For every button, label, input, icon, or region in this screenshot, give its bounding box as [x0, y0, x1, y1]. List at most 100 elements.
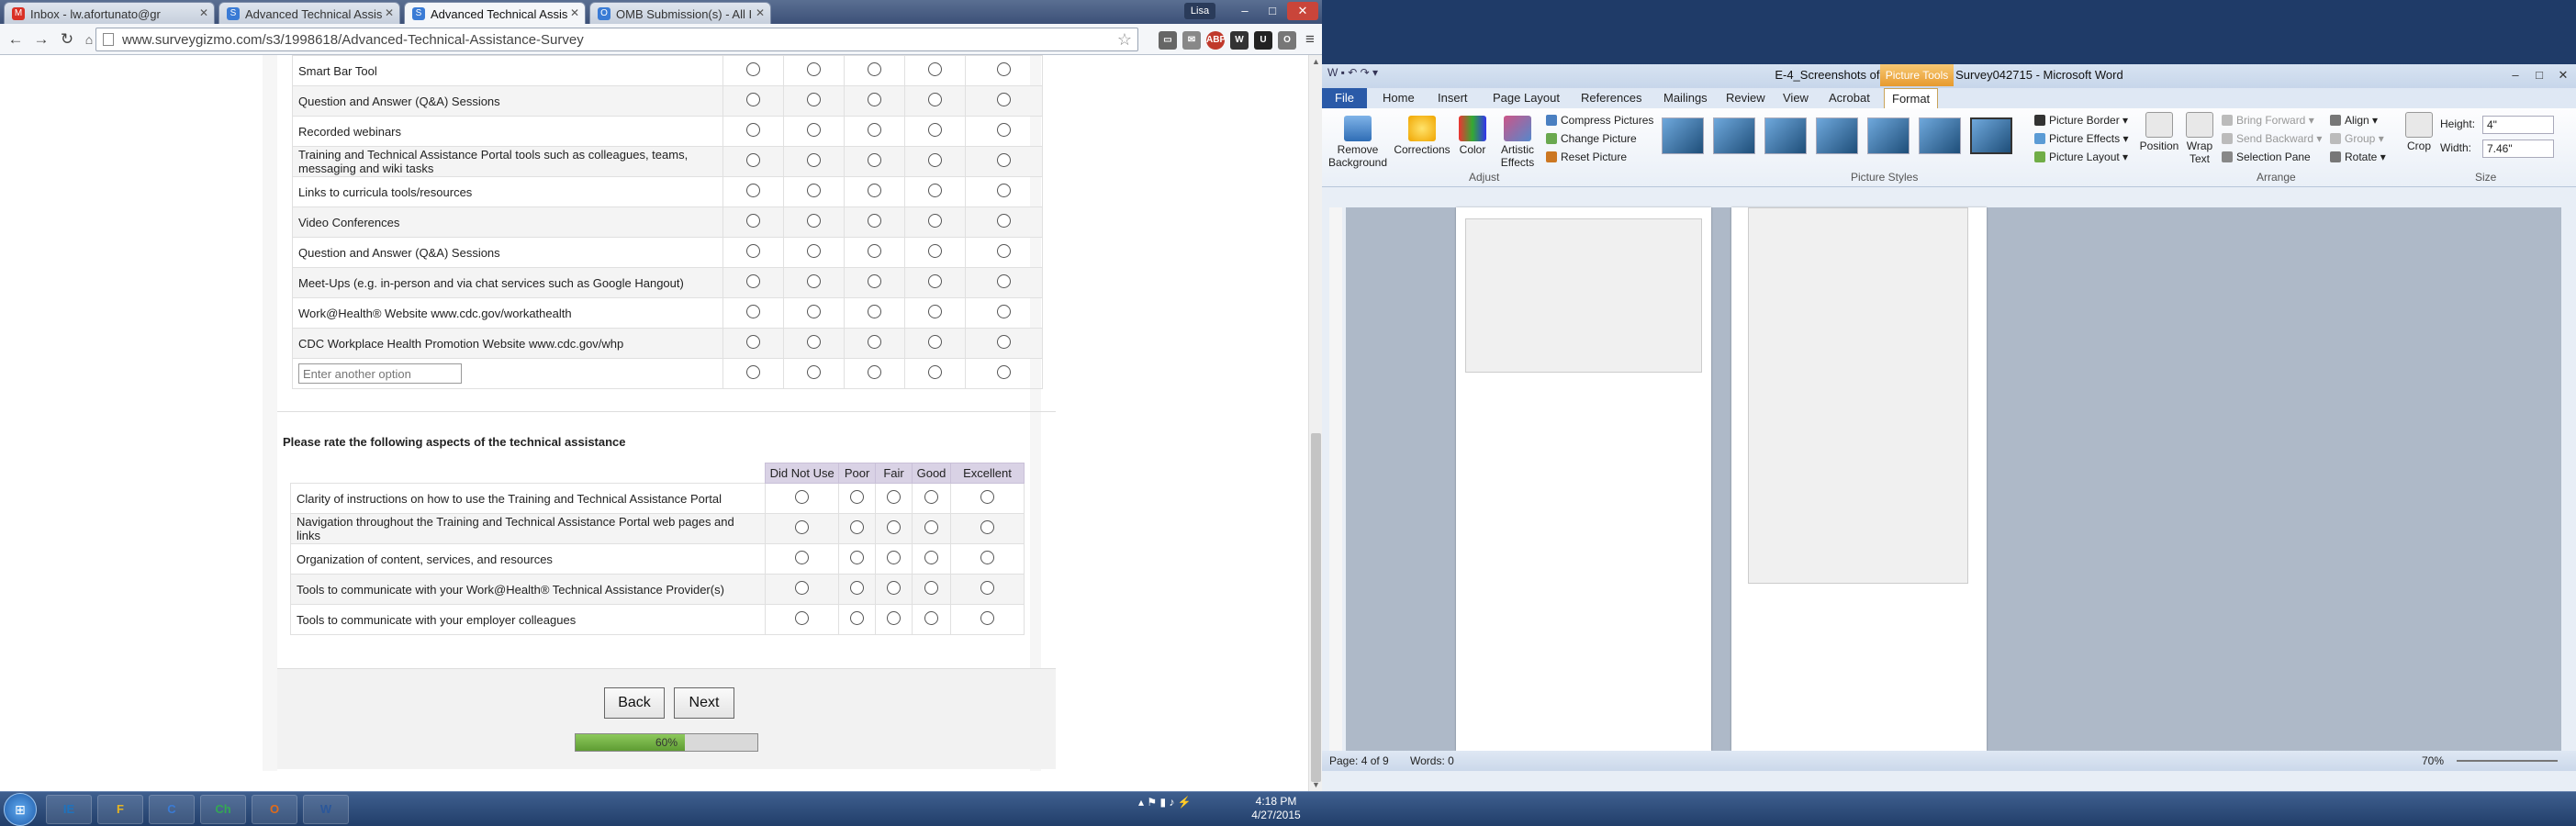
radio-button[interactable]: [795, 581, 810, 595]
menu-icon[interactable]: ≡: [1300, 29, 1320, 50]
radio-button[interactable]: [868, 244, 882, 258]
user-badge[interactable]: Lisa: [1184, 3, 1215, 19]
taskbar-app-icon[interactable]: Ch: [200, 795, 246, 824]
tab-home[interactable]: Home: [1375, 88, 1422, 108]
radio-button[interactable]: [807, 153, 822, 167]
rotate-button[interactable]: Rotate ▾: [2330, 151, 2386, 163]
radio-button[interactable]: [997, 153, 1012, 167]
radio-button[interactable]: [746, 153, 761, 167]
page-scrollbar[interactable]: ▲ ▼: [1308, 55, 1322, 791]
other-option-input[interactable]: [298, 363, 462, 384]
radio-button[interactable]: [980, 551, 994, 564]
tab-insert[interactable]: Insert: [1430, 88, 1475, 108]
word-scrollbar[interactable]: [2561, 207, 2576, 751]
radio-button[interactable]: [795, 611, 810, 625]
zoom-slider[interactable]: [2457, 760, 2558, 762]
radio-button[interactable]: [807, 305, 822, 318]
radio-button[interactable]: [997, 62, 1012, 76]
style-thumb[interactable]: [1713, 117, 1755, 154]
tab-page-layout[interactable]: Page Layout: [1485, 88, 1567, 108]
radio-button[interactable]: [980, 581, 994, 595]
radio-button[interactable]: [850, 611, 865, 625]
radio-button[interactable]: [928, 305, 943, 318]
radio-button[interactable]: [807, 335, 822, 349]
radio-button[interactable]: [924, 520, 939, 534]
tab-references[interactable]: References: [1574, 88, 1649, 108]
taskbar-app-icon[interactable]: F: [97, 795, 143, 824]
radio-button[interactable]: [746, 93, 761, 106]
quick-access-toolbar[interactable]: W ▪ ↶ ↷ ▾: [1327, 66, 1378, 79]
picture-border-button[interactable]: Picture Border ▾: [2034, 114, 2128, 127]
tab-survey-2[interactable]: S Advanced Technical Assis ✕: [404, 2, 586, 25]
tab-omb[interactable]: O OMB Submission(s) - All I ✕: [589, 2, 771, 24]
radio-button[interactable]: [928, 184, 943, 197]
radio-button[interactable]: [887, 520, 902, 534]
tab-acrobat[interactable]: Acrobat: [1821, 88, 1877, 108]
reload-icon[interactable]: ↻: [57, 29, 77, 50]
radio-button[interactable]: [887, 611, 902, 625]
style-thumb-selected[interactable]: [1970, 117, 2012, 154]
style-thumb[interactable]: [1816, 117, 1858, 154]
scroll-down-icon[interactable]: ▼: [1312, 780, 1320, 789]
compress-pictures-button[interactable]: Compress Pictures: [1546, 114, 1653, 127]
start-button[interactable]: ⊞: [4, 793, 37, 826]
tab-survey-1[interactable]: S Advanced Technical Assis ✕: [218, 2, 400, 24]
radio-button[interactable]: [924, 581, 939, 595]
radio-button[interactable]: [795, 551, 810, 564]
radio-button[interactable]: [868, 365, 882, 379]
radio-button[interactable]: [887, 551, 902, 564]
radio-button[interactable]: [746, 305, 761, 318]
radio-button[interactable]: [807, 62, 822, 76]
radio-button[interactable]: [868, 93, 882, 106]
radio-button[interactable]: [746, 214, 761, 228]
clock[interactable]: 4:18 PM 4/27/2015: [1249, 795, 1304, 822]
radio-button[interactable]: [997, 184, 1012, 197]
tab-format[interactable]: Format: [1884, 88, 1939, 108]
radio-button[interactable]: [868, 123, 882, 137]
radio-button[interactable]: [980, 611, 994, 625]
radio-button[interactable]: [746, 244, 761, 258]
radio-button[interactable]: [997, 305, 1012, 318]
radio-button[interactable]: [795, 520, 810, 534]
radio-button[interactable]: [850, 551, 865, 564]
wrap-text-button[interactable]: Wrap Text: [2183, 112, 2216, 165]
close-tab-icon[interactable]: ✕: [570, 6, 579, 19]
radio-button[interactable]: [928, 123, 943, 137]
cast-icon[interactable]: ▭: [1159, 31, 1177, 50]
taskbar-app-icon[interactable]: C: [149, 795, 195, 824]
radio-button[interactable]: [850, 520, 865, 534]
radio-button[interactable]: [868, 62, 882, 76]
extension-icon[interactable]: U: [1254, 31, 1272, 50]
close-tab-icon[interactable]: ✕: [199, 6, 208, 19]
maximize-icon[interactable]: □: [2528, 66, 2550, 84]
scroll-thumb[interactable]: [1311, 433, 1321, 782]
radio-button[interactable]: [928, 335, 943, 349]
close-tab-icon[interactable]: ✕: [385, 6, 394, 19]
style-thumb[interactable]: [1919, 117, 1961, 154]
radio-button[interactable]: [924, 490, 939, 504]
radio-button[interactable]: [868, 153, 882, 167]
radio-button[interactable]: [807, 365, 822, 379]
forward-arrow-icon[interactable]: →: [31, 29, 51, 50]
adblock-icon[interactable]: ABP: [1206, 31, 1226, 50]
radio-button[interactable]: [868, 184, 882, 197]
radio-button[interactable]: [924, 611, 939, 625]
position-button[interactable]: Position: [2139, 112, 2179, 152]
gmail-ext-icon[interactable]: ✉: [1182, 31, 1201, 50]
width-input[interactable]: 7.46": [2482, 140, 2554, 158]
radio-button[interactable]: [746, 335, 761, 349]
picture-styles-gallery[interactable]: [1662, 117, 2016, 160]
color-button[interactable]: Color: [1454, 116, 1491, 156]
radio-button[interactable]: [997, 274, 1012, 288]
radio-button[interactable]: [746, 184, 761, 197]
crop-button[interactable]: Crop: [2403, 112, 2435, 152]
radio-button[interactable]: [928, 244, 943, 258]
system-tray-icons[interactable]: ▴ ⚑ ▮ ♪ ⚡: [1138, 796, 1192, 809]
minimize-icon[interactable]: –: [1232, 2, 1258, 20]
style-thumb[interactable]: [1662, 117, 1704, 154]
radio-button[interactable]: [997, 244, 1012, 258]
radio-button[interactable]: [997, 123, 1012, 137]
address-bar[interactable]: www.surveygizmo.com/s3/1998618/Advanced-…: [95, 28, 1138, 51]
selection-pane-button[interactable]: Selection Pane: [2222, 151, 2311, 163]
radio-button[interactable]: [850, 490, 865, 504]
